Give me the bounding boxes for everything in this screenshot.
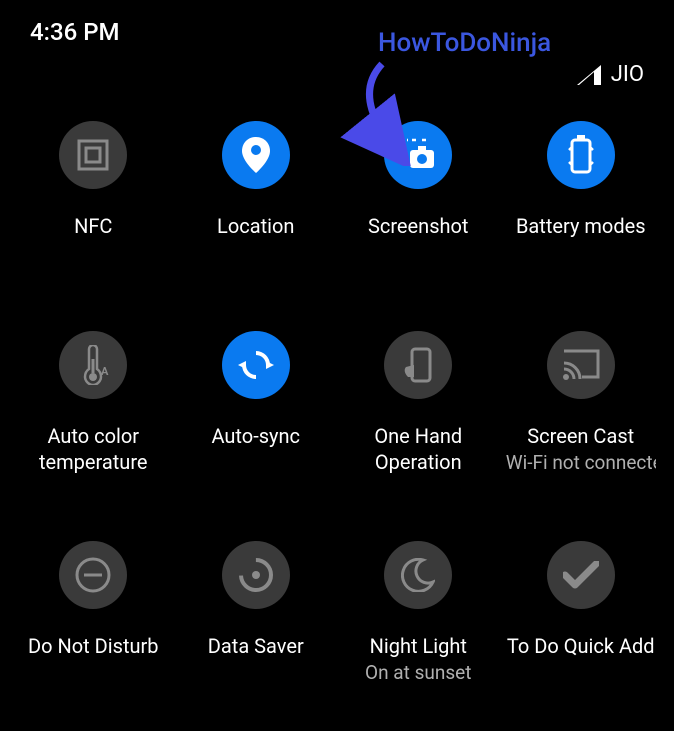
status-time: 4:36 PM xyxy=(30,18,120,46)
data-saver-icon xyxy=(222,541,290,609)
tile-label: Do Not Disturb xyxy=(28,633,159,659)
quick-settings-grid: NFC Location Screenshot Battery modes xyxy=(0,101,674,731)
tile-label: Screen Cast xyxy=(527,423,634,449)
tile-label: One Hand Operation xyxy=(341,423,496,475)
nfc-icon xyxy=(59,121,127,189)
tile-nfc[interactable]: NFC xyxy=(12,101,175,311)
tile-label: Location xyxy=(217,213,294,239)
tile-screen-cast[interactable]: Screen Cast Wi-Fi not connected xyxy=(500,311,663,521)
tile-one-hand-operation[interactable]: One Hand Operation xyxy=(337,311,500,521)
carrier-label: JIO xyxy=(611,62,644,87)
tile-label: Auto color temperature xyxy=(16,423,171,475)
cast-icon xyxy=(547,331,615,399)
tile-label: To Do Quick Add xyxy=(507,633,655,659)
tile-location[interactable]: Location xyxy=(175,101,338,311)
one-hand-icon xyxy=(384,331,452,399)
sync-icon xyxy=(222,331,290,399)
thermometer-icon: A xyxy=(59,331,127,399)
tile-todo-quick-add[interactable]: To Do Quick Add xyxy=(500,521,663,731)
tile-label: Auto-sync xyxy=(211,423,300,449)
tile-auto-color-temperature[interactable]: A Auto color temperature xyxy=(12,311,175,521)
status-bar: 4:36 PM xyxy=(0,0,674,54)
annotation-text: HowToDoNinja xyxy=(378,28,551,58)
tile-label: Night Light xyxy=(370,633,467,659)
dnd-icon xyxy=(59,541,127,609)
annotation-arrow-icon xyxy=(322,56,422,166)
tile-label: NFC xyxy=(74,213,112,239)
tile-sublabel: On at sunset xyxy=(365,661,471,686)
tile-battery-modes[interactable]: Battery modes xyxy=(500,101,663,311)
signal-icon xyxy=(577,65,601,85)
battery-icon xyxy=(547,121,615,189)
svg-text:A: A xyxy=(101,365,109,378)
tile-label: Data Saver xyxy=(208,633,304,659)
tile-data-saver[interactable]: Data Saver xyxy=(175,521,338,731)
tile-do-not-disturb[interactable]: Do Not Disturb xyxy=(12,521,175,731)
location-icon xyxy=(222,121,290,189)
check-icon xyxy=(547,541,615,609)
tile-sublabel: Wi-Fi not connected xyxy=(506,451,656,476)
tile-auto-sync[interactable]: Auto-sync xyxy=(175,311,338,521)
tile-label: Battery modes xyxy=(516,213,646,239)
tile-label: Screenshot xyxy=(368,213,468,239)
tile-night-light[interactable]: Night Light On at sunset xyxy=(337,521,500,731)
moon-icon xyxy=(384,541,452,609)
